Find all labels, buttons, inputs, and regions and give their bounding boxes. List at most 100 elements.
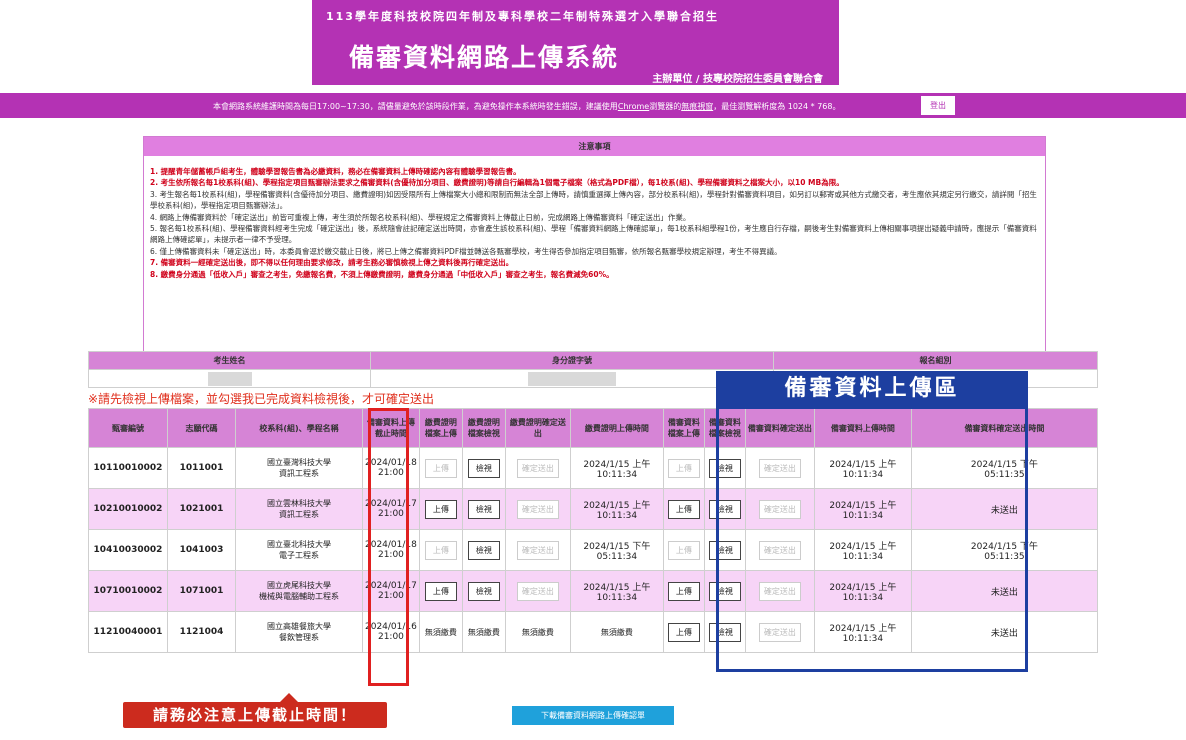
payment-view-button[interactable]: 檢視 — [467, 540, 500, 560]
payment-submit-button[interactable]: 確定送出 — [516, 540, 559, 560]
department-name: 國立臺灣科技大學 資訊工程系 — [235, 447, 363, 489]
notice-heading: 注意事項 — [144, 137, 1045, 156]
notice-panel: 注意事項 1. 提醒青年儲蓄帳戶組考生，體驗學習報告書為必繳資料，務必在備審資料… — [143, 136, 1046, 357]
document-submit-button[interactable]: 確定送出 — [758, 581, 801, 601]
choice-code: 1011001 — [167, 447, 236, 489]
exam-number: 10110010002 — [88, 447, 168, 489]
notice-item: 8. 繳費身分通過「低收入戶」審查之考生，免繳報名費，不須上傳繳費證明，繳費身分… — [150, 269, 614, 279]
chrome-link[interactable]: Chrome — [618, 102, 649, 111]
applicant-name — [88, 369, 371, 388]
document-submit-button[interactable]: 確定送出 — [758, 622, 801, 642]
payment-view-button[interactable]: 檢視 — [467, 458, 500, 478]
payment-submit-button[interactable]: 確定送出 — [516, 458, 559, 478]
document-submitted-time: 未送出 — [910, 570, 1099, 612]
upload-deadline: 2024/01/18 21:00 — [362, 447, 420, 489]
col-header: 備審資料檔案上傳 — [662, 408, 705, 448]
download-confirmation-button[interactable]: 下載備審資料網路上傳確認單 — [512, 706, 674, 725]
document-submitted-time: 未送出 — [910, 488, 1099, 530]
upload-zone-label: 備審資料上傳區 — [716, 371, 1028, 407]
document-upload-time: 2024/1/15 上午 10:11:34 — [813, 488, 912, 530]
maintenance-notice: 本會網路系統維護時間為每日17:00~17:30，請儘量避免於該時段作業，為避免… — [213, 102, 841, 111]
payment-not-required: 無須繳費 — [418, 611, 463, 653]
document-submitted-time: 未送出 — [910, 611, 1099, 653]
department-name: 國立臺北科技大學 電子工程系 — [235, 529, 363, 571]
col-header: 繳費證明檔案檢視 — [461, 408, 506, 448]
col-header: 繳費證明上傳時間 — [569, 408, 664, 448]
notice-item: 2. 考生依所報名每1校系科(組)、學程指定項目甄審辦法要求之備審資料(含優待加… — [150, 178, 844, 188]
top-bar: 本會網路系統維護時間為每日17:00~17:30，請儘量避免於該時段作業，為避免… — [0, 93, 1186, 118]
header-id-number: 身分證字號 — [370, 351, 774, 370]
header-group: 報名組別 — [773, 351, 1098, 370]
table-row: 10110010002 1011001 國立臺灣科技大學 資訊工程系 2024/0… — [88, 447, 1099, 489]
payment-not-required: 無須繳費 — [504, 611, 571, 653]
col-header: 校系科(組)、學程名稱 — [235, 408, 363, 448]
col-header: 備審資料上傳截止時間 — [362, 408, 420, 448]
review-warning: ※請先檢視上傳檔案，並勾選我已完成資料檢視後，才可確定送出 — [88, 392, 435, 406]
redacted-name — [207, 371, 252, 386]
col-header: 備審資料確定送出 — [744, 408, 815, 448]
header-organizer: 主辦單位 / 技專校院招生委員會聯合會 — [652, 74, 823, 85]
choice-code: 1021001 — [167, 488, 236, 530]
document-upload-button[interactable]: 上傳 — [667, 458, 700, 478]
document-upload-button[interactable]: 上傳 — [667, 622, 700, 642]
document-upload-time: 2024/1/15 上午 10:11:34 — [813, 611, 912, 653]
incognito-link[interactable]: 無痕視窗 — [681, 102, 713, 111]
document-upload-button[interactable]: 上傳 — [667, 540, 700, 560]
col-header: 志願代碼 — [167, 408, 236, 448]
notice-item: 7. 備審資料一經確定送出後，即不得以任何理由要求修改，請考生務必審慎檢視上傳之… — [150, 258, 514, 268]
payment-upload-button[interactable]: 上傳 — [424, 540, 457, 560]
col-header: 繳費證明確定送出 — [504, 408, 571, 448]
payment-upload-time: 2024/1/15 上午 10:11:34 — [569, 570, 664, 612]
logout-button[interactable]: 登出 — [921, 96, 955, 115]
payment-upload-button[interactable]: 上傳 — [424, 458, 457, 478]
document-upload-button[interactable]: 上傳 — [667, 499, 700, 519]
department-name: 國立雲林科技大學 資訊工程系 — [235, 488, 363, 530]
exam-number: 10410030002 — [88, 529, 168, 571]
applicant-id-number — [370, 369, 774, 388]
document-view-button[interactable]: 檢視 — [708, 458, 741, 478]
header-subtitle: 113學年度科技校院四年制及專科學校二年制特殊選才入學聯合招生 — [326, 10, 719, 23]
document-view-button[interactable]: 檢視 — [708, 540, 741, 560]
document-submitted-time: 2024/1/15 下午 05:11:35 — [910, 529, 1099, 571]
table-row: 11210040001 1121004 國立高雄餐旅大學 餐飲管理系 2024/0… — [88, 611, 1099, 653]
notice-item: 6. 僅上傳備審資料未「確定送出」時，本委員會逕於繳交截止日後，將已上傳之備審資… — [150, 246, 782, 256]
payment-upload-button[interactable]: 上傳 — [424, 581, 457, 601]
document-submit-button[interactable]: 確定送出 — [758, 499, 801, 519]
upload-deadline: 2024/01/18 21:00 — [362, 529, 420, 571]
notice-item: 1. 提醒青年儲蓄帳戶組考生，體驗學習報告書為必繳資料，務必在備審資料上傳時確認… — [150, 167, 521, 176]
payment-upload-time: 2024/1/15 上午 10:11:34 — [569, 447, 664, 489]
payment-upload-button[interactable]: 上傳 — [424, 499, 457, 519]
document-submit-button[interactable]: 確定送出 — [758, 458, 801, 478]
document-submit-button[interactable]: 確定送出 — [758, 540, 801, 560]
payment-submit-button[interactable]: 確定送出 — [516, 499, 559, 519]
choice-code: 1041003 — [167, 529, 236, 571]
table-row: 10710010002 1071001 國立虎尾科技大學 機械與電腦輔助工程系 2… — [88, 570, 1099, 612]
payment-submit-button[interactable]: 確定送出 — [516, 581, 559, 601]
header-name: 考生姓名 — [88, 351, 371, 370]
payment-view-button[interactable]: 檢視 — [467, 499, 500, 519]
document-upload-time: 2024/1/15 上午 10:11:34 — [813, 447, 912, 489]
document-upload-time: 2024/1/15 上午 10:11:34 — [813, 570, 912, 612]
notice-list: 1. 提醒青年儲蓄帳戶組考生，體驗學習報告書為必繳資料，務必在備審資料上傳時確認… — [144, 156, 1045, 280]
choice-code: 1071001 — [167, 570, 236, 612]
col-header: 甄審編號 — [88, 408, 168, 448]
payment-not-required: 無須繳費 — [461, 611, 506, 653]
col-header: 備審資料檔案檢視 — [703, 408, 746, 448]
payment-view-button[interactable]: 檢視 — [467, 581, 500, 601]
document-upload-button[interactable]: 上傳 — [667, 581, 700, 601]
upload-deadline: 2024/01/16 21:00 — [362, 611, 420, 653]
payment-upload-time: 2024/1/15 上午 10:11:34 — [569, 488, 664, 530]
deadline-callout: 請務必注意上傳截止時間！ — [123, 693, 387, 728]
document-view-button[interactable]: 檢視 — [708, 622, 741, 642]
document-view-button[interactable]: 檢視 — [708, 581, 741, 601]
exam-number: 10710010002 — [88, 570, 168, 612]
payment-not-required: 無須繳費 — [569, 611, 664, 653]
site-header: 113學年度科技校院四年制及專科學校二年制特殊選才入學聯合招生 備審資料網路上傳… — [312, 0, 839, 85]
document-view-button[interactable]: 檢視 — [708, 499, 741, 519]
notice-item: 4. 網路上傳備審資料於「確定送出」前皆可重複上傳，考生須於所報名校系科(組)、… — [150, 212, 691, 222]
notice-item: 3. 考生報名每1校系科(組)，學程備審資料(含優待加分項目、繳費證明)如因受限… — [150, 189, 1037, 211]
exam-number: 10210010002 — [88, 488, 168, 530]
notice-item: 5. 報名每1校系科(組)、學程備審資料經考生完成「確定送出」後，系統隨會註記確… — [150, 224, 1037, 245]
upload-deadline: 2024/01/17 21:00 — [362, 570, 420, 612]
document-upload-time: 2024/1/15 上午 10:11:34 — [813, 529, 912, 571]
